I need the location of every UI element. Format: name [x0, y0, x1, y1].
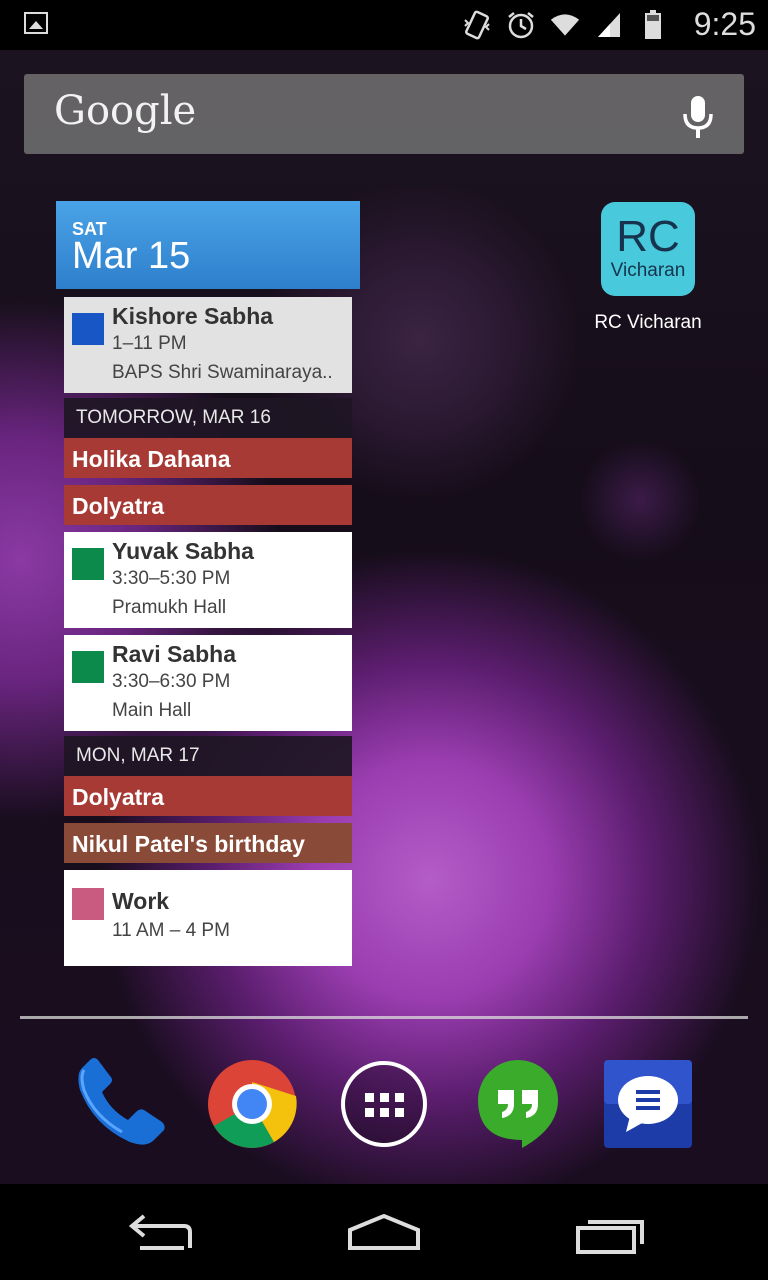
- allday-event-dolyatra[interactable]: Dolyatra: [64, 485, 352, 525]
- event-title: Yuvak Sabha: [112, 538, 254, 564]
- event-kishore-sabha[interactable]: Kishore Sabha 1–11 PM BAPS Shri Swaminar…: [64, 297, 352, 393]
- event-time: 1–11 PM: [112, 333, 187, 354]
- rc-vicharan-app-icon[interactable]: RC Vicharan: [601, 202, 695, 296]
- picture-icon: [24, 12, 48, 34]
- home-icon[interactable]: [344, 1202, 424, 1262]
- event-yuvak-sabha[interactable]: Yuvak Sabha 3:30–5:30 PM Pramukh Hall: [64, 532, 352, 628]
- allday-event-dolyatra[interactable]: Dolyatra: [64, 776, 352, 816]
- wifi-icon: [550, 11, 580, 39]
- event-time: 3:30–5:30 PM: [112, 568, 231, 589]
- calendar-widget-header[interactable]: SAT Mar 15: [56, 201, 360, 289]
- back-icon[interactable]: [120, 1202, 200, 1262]
- mic-icon[interactable]: [680, 94, 716, 140]
- event-color-swatch: [72, 888, 104, 920]
- allday-event-holika-dahana[interactable]: Holika Dahana: [64, 438, 352, 478]
- app-label[interactable]: RC Vicharan: [560, 312, 736, 334]
- event-location: Pramukh Hall: [112, 597, 227, 618]
- day-separator: TOMORROW, MAR 16: [64, 398, 352, 438]
- calendar-date: Mar 15: [72, 235, 191, 277]
- status-bar: 9:25: [0, 0, 768, 50]
- event-title: Kishore Sabha: [112, 303, 274, 329]
- recents-icon[interactable]: [570, 1202, 650, 1262]
- dock-divider: [20, 1016, 748, 1019]
- messaging-icon[interactable]: [600, 1056, 696, 1152]
- alarm-icon: [506, 11, 536, 39]
- chrome-icon[interactable]: [204, 1056, 300, 1152]
- hangouts-icon[interactable]: [470, 1056, 566, 1152]
- event-work[interactable]: Work 11 AM – 4 PM: [64, 870, 352, 966]
- event-color-swatch: [72, 548, 104, 580]
- app-drawer-icon[interactable]: [336, 1056, 432, 1152]
- event-color-swatch: [72, 313, 104, 345]
- app-icon-text-vicharan: Vicharan: [610, 260, 686, 281]
- event-ravi-sabha[interactable]: Ravi Sabha 3:30–6:30 PM Main Hall: [64, 635, 352, 731]
- event-time: 11 AM – 4 PM: [112, 920, 230, 941]
- signal-icon: [594, 11, 624, 39]
- event-title: Work: [112, 888, 170, 914]
- battery-icon: [638, 10, 668, 39]
- event-location: Main Hall: [112, 700, 192, 721]
- phone-icon[interactable]: [72, 1056, 168, 1152]
- clock: 9:25: [693, 6, 756, 42]
- day-separator: MON, MAR 17: [64, 736, 352, 776]
- event-time: 3:30–6:30 PM: [112, 671, 231, 692]
- vibrate-icon: [462, 10, 492, 40]
- event-title: Ravi Sabha: [112, 641, 236, 667]
- google-logo: Google: [54, 88, 197, 134]
- event-color-swatch: [72, 651, 104, 683]
- event-location: BAPS Shri Swaminaraya..: [112, 362, 333, 383]
- app-icon-text-rc: RC: [616, 212, 680, 261]
- allday-event-birthday[interactable]: Nikul Patel's birthday: [64, 823, 352, 863]
- google-search-bar[interactable]: Google: [24, 74, 744, 154]
- navigation-bar: [0, 1184, 768, 1280]
